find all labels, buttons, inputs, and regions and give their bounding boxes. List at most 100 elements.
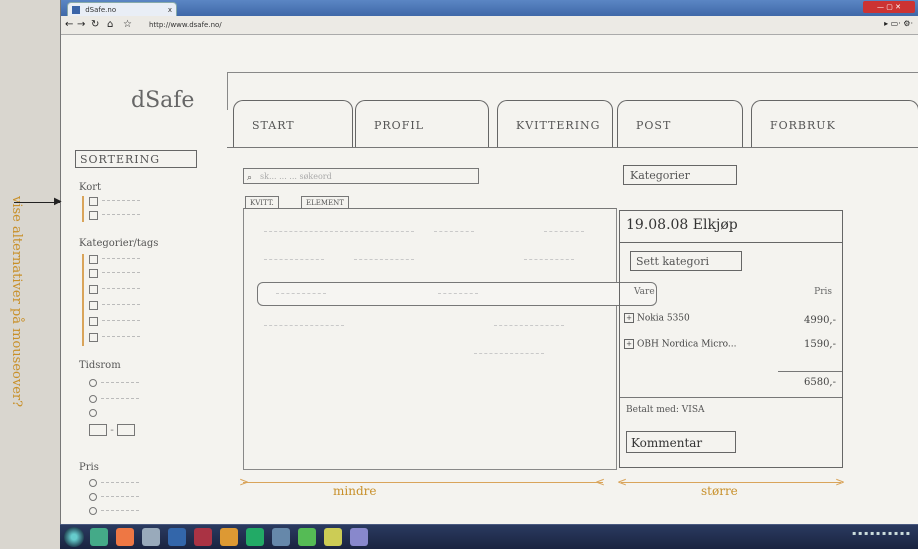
expand-icon[interactable]: +	[624, 339, 634, 349]
list-item[interactable]	[244, 223, 616, 241]
receipt-detail-panel: 19.08.08 Elkjøp Sett kategori Vare Pris …	[619, 210, 843, 468]
line-item[interactable]: + OBH Nordica Micro...	[624, 339, 736, 350]
divider	[620, 397, 842, 398]
taskbar-app-icon[interactable]	[324, 528, 342, 546]
placeholder-scribble	[102, 288, 140, 290]
range-separator: -	[110, 425, 114, 436]
tab-post[interactable]: POST	[617, 100, 743, 148]
date-to-field[interactable]	[116, 424, 135, 436]
expand-icon[interactable]: +	[624, 313, 634, 323]
kategori-option[interactable]	[89, 268, 140, 279]
tab-start-label: START	[252, 119, 295, 132]
browser-titlebar: dSafe.no x — ▢ ✕	[61, 0, 918, 17]
placeholder-scribble	[354, 259, 414, 261]
checkbox-icon[interactable]	[89, 284, 98, 294]
tab-start[interactable]: START	[233, 100, 353, 148]
forward-icon[interactable]: →	[77, 18, 85, 32]
placeholder-scribble	[474, 353, 544, 355]
radio-icon[interactable]	[89, 479, 97, 487]
search-icon: ⌕	[247, 173, 253, 183]
taskbar-app-icon[interactable]	[168, 528, 186, 546]
radio-icon[interactable]	[89, 493, 97, 501]
kategori-option[interactable]	[89, 332, 140, 343]
app-logo: dSafe	[131, 88, 195, 113]
back-icon[interactable]: ←	[65, 18, 73, 32]
reload-icon[interactable]: ↻	[91, 18, 99, 32]
kort-accent-bar	[82, 196, 84, 222]
placeholder-scribble	[102, 200, 140, 202]
taskbar-app-icon[interactable]	[272, 528, 290, 546]
checkbox-icon[interactable]	[89, 332, 98, 342]
line-item[interactable]: + Nokia 5350	[624, 313, 690, 324]
window-controls[interactable]: — ▢ ✕	[863, 1, 915, 13]
kategori-option[interactable]	[89, 300, 140, 311]
placeholder-scribble	[434, 231, 474, 233]
address-bar[interactable]: http://www.dsafe.no/	[149, 19, 222, 31]
close-tab-icon[interactable]: x	[168, 3, 172, 17]
col-header-pris: Pris	[814, 287, 832, 297]
receipt-list[interactable]	[243, 208, 617, 470]
pris-option[interactable]	[89, 492, 139, 503]
checkbox-icon[interactable]	[89, 196, 98, 206]
radio-icon[interactable]	[89, 507, 97, 515]
receipt-title: 19.08.08 Elkjøp	[626, 217, 738, 233]
kategori-option[interactable]	[89, 284, 140, 295]
pris-option[interactable]	[89, 478, 139, 489]
taskbar-app-icon[interactable]	[116, 528, 134, 546]
radio-icon[interactable]	[89, 395, 97, 403]
kommentar-button[interactable]: Kommentar	[626, 431, 736, 453]
sortering-button[interactable]: SORTERING	[75, 150, 197, 168]
sett-kategori-button[interactable]: Sett kategori	[630, 251, 742, 271]
tab-profil[interactable]: PROFIL	[355, 100, 489, 148]
radio-icon[interactable]	[89, 409, 97, 417]
total-rule	[778, 371, 842, 372]
taskbar-app-icon[interactable]	[246, 528, 264, 546]
taskbar-app-icon[interactable]	[90, 528, 108, 546]
list-item[interactable]	[244, 317, 616, 335]
tidsrom-option[interactable]	[89, 394, 139, 405]
taskbar-app-icon[interactable]	[350, 528, 368, 546]
date-from-field[interactable]	[89, 424, 107, 436]
radio-icon[interactable]	[89, 379, 97, 387]
search-input[interactable]: ⌕ sk... ... ... søkeord	[243, 168, 479, 184]
checkbox-icon[interactable]	[89, 210, 98, 220]
tab-forbruk-label: FORBRUK	[770, 119, 836, 132]
checkbox-icon[interactable]	[89, 316, 98, 326]
home-icon[interactable]: ⌂	[107, 18, 113, 32]
system-tray[interactable]: ▪ ▪ ▪ ▪ ▪ ▪ ▪ ▪ ▪ ▪	[852, 530, 910, 537]
line-item-price: 1590,-	[803, 339, 836, 350]
tab-forbruk[interactable]: FORBRUK	[751, 100, 918, 148]
page-menu-icon[interactable]: ▸ ▭· ⚙·	[884, 19, 913, 28]
taskbar-app-icon[interactable]	[220, 528, 238, 546]
line-item-name: OBH Nordica Micro...	[637, 339, 737, 350]
tidsrom-option[interactable]	[89, 408, 97, 419]
placeholder-scribble	[544, 231, 584, 233]
kort-option[interactable]	[89, 210, 140, 221]
checkbox-icon[interactable]	[89, 268, 98, 278]
kort-option[interactable]	[89, 196, 140, 207]
taskbar-app-icon[interactable]	[142, 528, 160, 546]
pris-option[interactable]	[89, 506, 139, 517]
browser-tab[interactable]: dSafe.no x	[67, 2, 177, 17]
placeholder-scribble	[101, 496, 139, 498]
kategorier-button[interactable]: Kategorier	[623, 165, 737, 185]
kategori-option[interactable]	[89, 316, 140, 327]
list-item[interactable]	[244, 251, 616, 269]
bookmark-star-icon[interactable]: ☆	[123, 18, 132, 32]
placeholder-scribble	[102, 320, 140, 322]
taskbar-app-icon[interactable]	[194, 528, 212, 546]
total-price: 6580,-	[803, 377, 836, 388]
search-placeholder: sk... ... ... søkeord	[260, 172, 332, 181]
list-item[interactable]	[244, 345, 616, 363]
checkbox-icon[interactable]	[89, 300, 98, 310]
tab-kvittering[interactable]: KVITTERING	[497, 100, 613, 148]
selected-list-item[interactable]	[257, 282, 657, 306]
resize-arrow-right	[621, 482, 841, 483]
start-button[interactable]	[64, 527, 84, 547]
tidsrom-range[interactable]: -	[89, 424, 135, 436]
placeholder-scribble	[102, 214, 140, 216]
checkbox-icon[interactable]	[89, 254, 98, 264]
kategori-option[interactable]	[89, 254, 140, 265]
taskbar-app-icon[interactable]	[298, 528, 316, 546]
tidsrom-option[interactable]	[89, 378, 139, 389]
